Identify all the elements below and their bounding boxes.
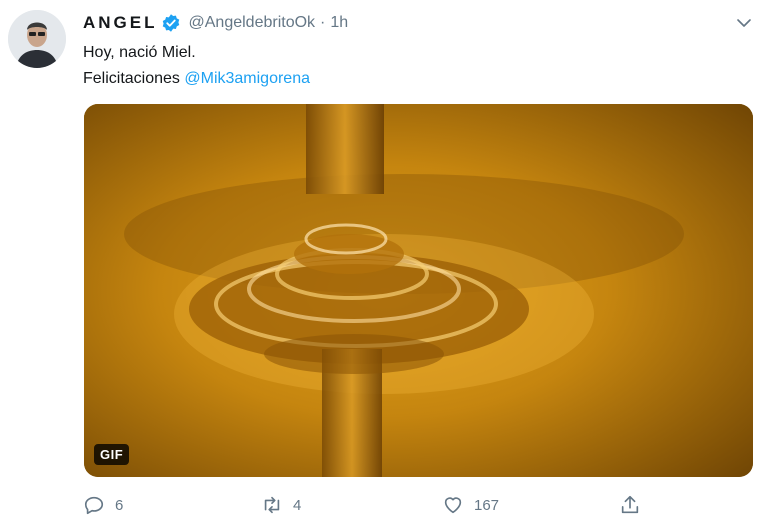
timestamp[interactable]: 1h xyxy=(330,14,348,32)
reply-count: 6 xyxy=(115,496,124,514)
avatar-image xyxy=(8,10,66,68)
like-button[interactable]: 167 xyxy=(442,492,499,518)
tweet-card[interactable]: ANGEL @AngeldebritoOk · 1h Hoy, nació Mi… xyxy=(0,0,767,529)
like-count: 167 xyxy=(474,496,500,514)
verified-badge-icon xyxy=(162,14,179,32)
retweet-icon xyxy=(264,496,280,514)
handle[interactable]: @AngeldebritoOk xyxy=(189,14,316,32)
gif-media[interactable]: GIF xyxy=(84,104,753,477)
reply-icon xyxy=(84,496,104,515)
avatar[interactable] xyxy=(8,10,66,68)
reply-button[interactable]: 6 xyxy=(83,492,123,518)
retweet-button[interactable]: 4 xyxy=(261,492,301,518)
like-icon xyxy=(444,497,462,514)
retweet-count: 4 xyxy=(293,496,302,514)
tweet-text-prefix: Felicitaciones xyxy=(83,70,185,87)
tweet-header: ANGEL @AngeldebritoOk · 1h xyxy=(83,12,348,34)
chevron-down-icon[interactable] xyxy=(735,14,753,32)
tweet-text-line1: Hoy, nació Miel. xyxy=(83,44,196,61)
mention-link[interactable]: @Mik3amigorena xyxy=(184,70,310,87)
gif-badge: GIF xyxy=(94,444,130,465)
display-name[interactable]: ANGEL xyxy=(83,13,158,33)
tweet-text-line2: Felicitaciones @Mik3amigorena xyxy=(83,66,310,92)
share-icon xyxy=(621,495,639,514)
tweet-text: Hoy, nació Miel. Felicitaciones @Mik3ami… xyxy=(83,40,310,92)
honey-gif-image xyxy=(84,104,753,477)
tweet-actions: 6 4 167 xyxy=(83,492,683,518)
share-button[interactable] xyxy=(619,492,641,518)
separator-dot: · xyxy=(320,14,326,31)
